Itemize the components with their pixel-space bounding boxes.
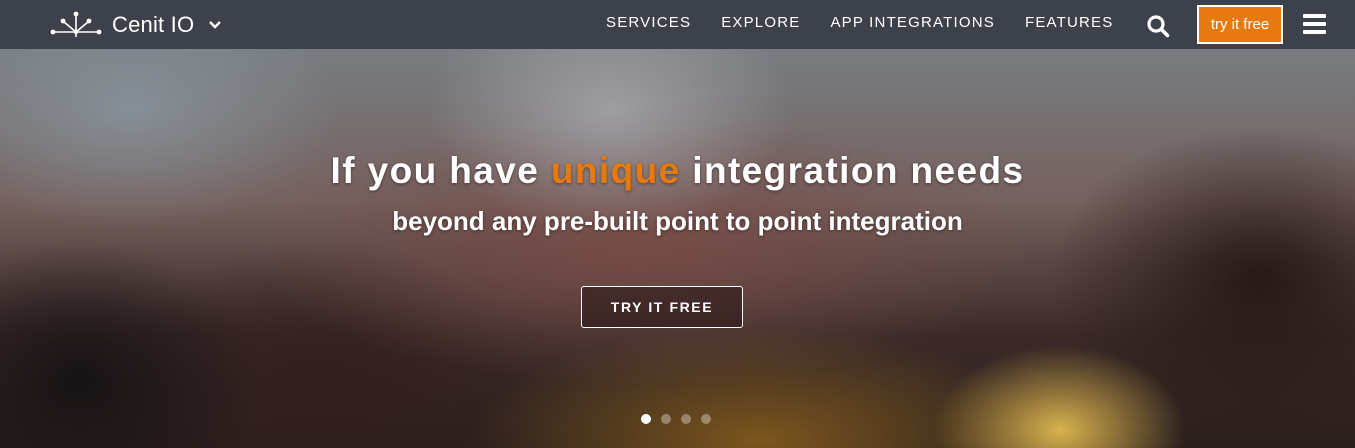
chevron-down-icon bbox=[209, 21, 222, 29]
network-hub-icon bbox=[50, 11, 102, 37]
nav-links: SERVICES EXPLORE APP INTEGRATIONS FEATUR… bbox=[606, 14, 1143, 31]
nav-link-explore[interactable]: EXPLORE bbox=[721, 14, 800, 31]
carousel-indicators bbox=[641, 414, 721, 424]
brand-menu[interactable]: Cenit IO bbox=[50, 9, 222, 41]
brand-name: Cenit IO bbox=[112, 12, 195, 37]
headline-text-before: If you have bbox=[330, 150, 551, 191]
carousel-dot[interactable] bbox=[661, 414, 671, 424]
hero-headline: If you have unique integration needs bbox=[0, 150, 1355, 192]
nav-link-app-integrations[interactable]: APP INTEGRATIONS bbox=[830, 14, 995, 31]
nav-link-services[interactable]: SERVICES bbox=[606, 14, 691, 31]
hero-subheadline: beyond any pre-built point to point inte… bbox=[392, 206, 963, 236]
carousel-dot[interactable] bbox=[681, 414, 691, 424]
headline-text-after: integration needs bbox=[680, 150, 1025, 191]
hero-try-it-free-button[interactable]: TRY IT FREE bbox=[581, 286, 743, 328]
carousel-dot[interactable] bbox=[641, 414, 651, 424]
search-icon[interactable] bbox=[1146, 14, 1170, 38]
headline-accent-word: unique bbox=[550, 150, 681, 191]
hamburger-menu-icon[interactable] bbox=[1303, 14, 1326, 34]
try-it-free-button[interactable]: try it free bbox=[1197, 5, 1283, 44]
hero-banner: Cenit IO SERVICES EXPLORE APP INTEGRATIO… bbox=[0, 0, 1355, 448]
top-navbar: Cenit IO SERVICES EXPLORE APP INTEGRATIO… bbox=[0, 0, 1355, 49]
nav-link-features[interactable]: FEATURES bbox=[1025, 14, 1114, 31]
carousel-dot[interactable] bbox=[701, 414, 711, 424]
